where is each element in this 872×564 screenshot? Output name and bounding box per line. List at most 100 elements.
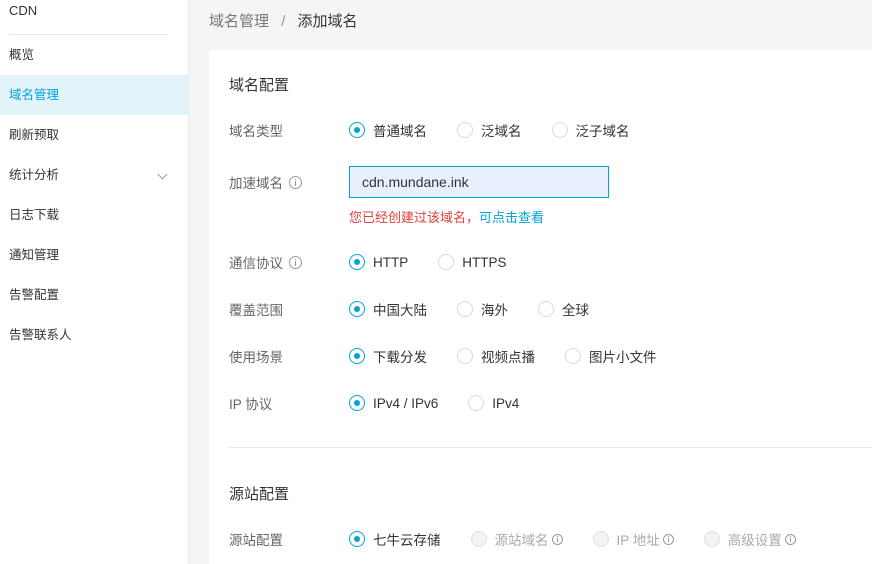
info-icon (662, 533, 674, 545)
radio-label: 中国大陆 (373, 303, 427, 318)
radio-ipv4[interactable]: IPv4 (468, 395, 519, 411)
sidebar-item-statistics[interactable]: 统计分析 (0, 155, 188, 195)
radio-label: IPv4 (492, 395, 520, 411)
sidebar-item-domain-management[interactable]: 域名管理 (0, 75, 188, 115)
radio-checked-icon (349, 348, 365, 364)
radio-ip-address[interactable]: IP 地址 (592, 529, 674, 549)
sidebar-nav: 概览 域名管理 刷新预取 统计分析 日志下载 通知管理 告警配置 告警联系人 (0, 35, 188, 355)
radio-label: 视频点播 (481, 350, 535, 365)
radio-unchecked-icon (457, 122, 473, 138)
ip-protocol-row: IP 协议 IPv4 / IPv6 IPv4 (229, 391, 549, 415)
scenario-row: 使用场景 下载分发 视频点播 图片小文件 (229, 344, 687, 368)
origin-radio-group: 七牛云存储 源站域名 IP 地址 高级设置 (349, 529, 826, 549)
info-icon[interactable] (289, 175, 302, 189)
radio-unchecked-icon (468, 395, 485, 411)
radio-unchecked-icon (565, 348, 581, 364)
radio-origin-domain[interactable]: 源站域名 (470, 529, 563, 549)
accel-domain-row: 加速域名 (229, 165, 609, 199)
radio-checked-icon (349, 122, 365, 138)
radio-disabled-icon (592, 531, 609, 547)
radio-label: 图片小文件 (589, 350, 657, 365)
radio-disabled-icon (703, 531, 720, 547)
scenario-label: 使用场景 (229, 350, 283, 365)
radio-wildcard-domain[interactable]: 泛域名 (457, 120, 522, 140)
domain-config-title: 域名配置 (229, 77, 290, 94)
protocol-row: 通信协议 HTTP HTTPS (229, 250, 537, 274)
radio-small-images[interactable]: 图片小文件 (565, 346, 657, 366)
sidebar-item-refresh-prefetch[interactable]: 刷新预取 (0, 115, 188, 155)
radio-download-distribution[interactable]: 下载分发 (349, 346, 427, 366)
radio-label: IP 地址 (616, 533, 660, 548)
radio-mainland-china[interactable]: 中国大陆 (349, 299, 427, 319)
protocol-label: 通信协议 (229, 252, 349, 272)
radio-label: 海外 (481, 303, 508, 318)
radio-checked-icon (349, 301, 365, 317)
breadcrumb-parent-link[interactable]: 域名管理 (209, 13, 269, 30)
coverage-radio-group: 中国大陆 海外 全球 (349, 299, 619, 319)
radio-label: 泛域名 (481, 124, 522, 139)
radio-unchecked-icon (438, 254, 455, 270)
section-divider (229, 447, 872, 448)
radio-label: 高级设置 (727, 533, 782, 548)
main-panel: 域名配置 域名类型 普通域名 泛域名 泛子域名 加速域名 您已经创建过该域名，可… (209, 50, 872, 564)
radio-video-on-demand[interactable]: 视频点播 (457, 346, 535, 366)
radio-overseas[interactable]: 海外 (457, 299, 508, 319)
radio-wildcard-subdomain[interactable]: 泛子域名 (551, 120, 630, 140)
radio-checked-icon (349, 531, 365, 547)
radio-label: 下载分发 (373, 350, 427, 365)
origin-config-title: 源站配置 (229, 486, 290, 503)
radio-label: 七牛云存储 (373, 533, 441, 548)
error-text: 您已经创建过该域名， (349, 210, 480, 225)
radio-label: 泛子域名 (575, 124, 630, 139)
info-icon (784, 533, 796, 545)
sidebar-item-overview[interactable]: 概览 (0, 35, 188, 75)
radio-label: HTTP (373, 254, 409, 270)
sidebar-item-log-download[interactable]: 日志下载 (0, 195, 188, 235)
view-domain-link[interactable]: 可点击查看 (479, 210, 544, 225)
origin-label: 源站配置 (229, 533, 283, 548)
radio-checked-icon (349, 254, 365, 270)
domain-type-label: 域名类型 (229, 124, 283, 139)
accel-domain-label: 加速域名 (229, 172, 349, 192)
info-icon (551, 533, 563, 545)
accel-domain-input[interactable] (349, 166, 609, 198)
radio-unchecked-icon (457, 301, 473, 317)
radio-qiniu-storage[interactable]: 七牛云存储 (349, 529, 441, 549)
domain-type-row: 域名类型 普通域名 泛域名 泛子域名 (229, 118, 660, 142)
ip-protocol-label: IP 协议 (229, 397, 273, 412)
radio-label: HTTPS (462, 254, 507, 270)
radio-normal-domain[interactable]: 普通域名 (349, 120, 427, 140)
radio-http[interactable]: HTTP (349, 254, 408, 270)
radio-ipv4-ipv6[interactable]: IPv4 / IPv6 (349, 395, 438, 411)
origin-row: 源站配置 七牛云存储 源站域名 IP 地址 高级设置 (229, 527, 826, 551)
radio-unchecked-icon (538, 301, 554, 317)
radio-https[interactable]: HTTPS (438, 254, 507, 270)
protocol-radio-group: HTTP HTTPS (349, 254, 537, 270)
domain-error-message: 您已经创建过该域名，可点击查看 (349, 207, 544, 226)
radio-advanced-settings[interactable]: 高级设置 (703, 529, 796, 549)
sidebar-item-notification[interactable]: 通知管理 (0, 235, 188, 275)
protocol-label-text: 通信协议 (229, 256, 283, 271)
sidebar-item-label: 统计分析 (9, 168, 60, 182)
breadcrumb: 域名管理 / 添加域名 (190, 0, 872, 50)
radio-unchecked-icon (457, 348, 473, 364)
breadcrumb-current: 添加域名 (297, 13, 358, 30)
brand-title: CDN (9, 0, 168, 35)
radio-global[interactable]: 全球 (538, 299, 589, 319)
radio-label: IPv4 / IPv6 (373, 395, 439, 411)
radio-disabled-icon (470, 531, 487, 547)
radio-unchecked-icon (551, 122, 568, 138)
chevron-down-icon (157, 169, 168, 180)
radio-checked-icon (349, 395, 365, 411)
sidebar-item-alert-config[interactable]: 告警配置 (0, 275, 188, 315)
sidebar: CDN 概览 域名管理 刷新预取 统计分析 日志下载 通知管理 告警配置 告警联… (0, 0, 189, 564)
scenario-radio-group: 下载分发 视频点播 图片小文件 (349, 346, 687, 366)
radio-label: 全球 (562, 303, 589, 318)
radio-label: 源站域名 (494, 533, 549, 548)
coverage-row: 覆盖范围 中国大陆 海外 全球 (229, 297, 619, 321)
breadcrumb-separator: / (281, 13, 286, 30)
coverage-label: 覆盖范围 (229, 303, 283, 318)
sidebar-item-alert-contacts[interactable]: 告警联系人 (0, 315, 188, 355)
accel-domain-label-text: 加速域名 (229, 176, 283, 191)
info-icon[interactable] (289, 255, 302, 269)
